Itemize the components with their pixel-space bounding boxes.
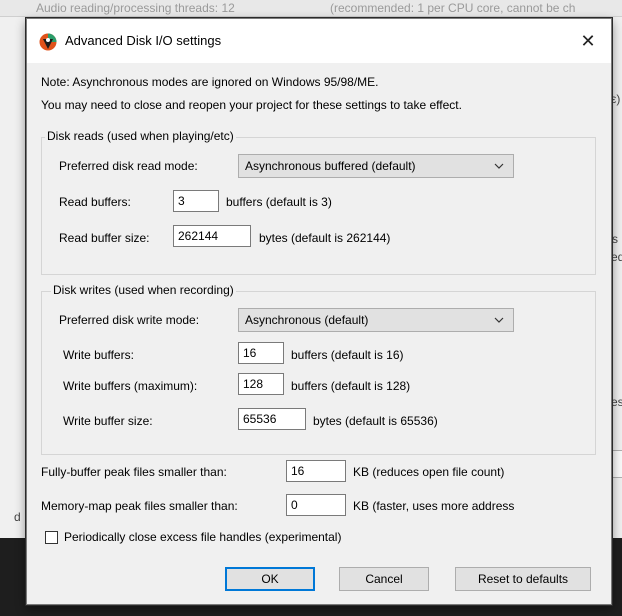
write-buffers-max-label: Write buffers (maximum): <box>63 379 198 393</box>
write-mode-dropdown[interactable]: Asynchronous (default) <box>238 308 514 332</box>
write-buffers-input[interactable]: 16 <box>238 342 284 364</box>
reaper-app-icon <box>39 33 57 51</box>
write-buffers-label: Write buffers: <box>63 348 134 362</box>
note-reopen: You may need to close and reopen your pr… <box>41 98 462 112</box>
read-buffer-size-input[interactable]: 262144 <box>173 225 251 247</box>
write-mode-value: Asynchronous (default) <box>245 313 369 327</box>
write-mode-label: Preferred disk write mode: <box>59 313 200 327</box>
background-text: (recommended: 1 per CPU core, cannot be … <box>330 1 576 15</box>
read-mode-dropdown[interactable]: Asynchronous buffered (default) <box>238 154 514 178</box>
dialog-titlebar[interactable]: Advanced Disk I/O settings ✕ <box>27 19 611 63</box>
background-text: ε) <box>611 92 621 106</box>
background-text: d <box>14 510 21 524</box>
read-buffer-size-hint: bytes (default is 262144) <box>259 231 391 245</box>
read-buffers-label: Read buffers: <box>59 195 131 209</box>
disk-reads-legend: Disk reads (used when playing/etc) <box>45 129 236 143</box>
read-mode-value: Asynchronous buffered (default) <box>245 159 416 173</box>
memory-map-peak-input[interactable]: 0 <box>286 494 346 516</box>
close-handles-label[interactable]: Periodically close excess file handles (… <box>64 530 341 544</box>
write-buffers-max-hint: buffers (default is 128) <box>291 379 411 393</box>
background-text: ed <box>611 250 622 264</box>
fully-buffer-peak-input[interactable]: 16 <box>286 460 346 482</box>
write-buffers-hint: buffers (default is 16) <box>291 348 404 362</box>
chevron-down-icon <box>494 317 504 323</box>
cancel-button[interactable]: Cancel <box>339 567 429 591</box>
advanced-disk-io-dialog: Advanced Disk I/O settings ✕ Note: Async… <box>26 18 612 605</box>
write-buffer-size-label: Write buffer size: <box>63 414 153 428</box>
background-text: s <box>612 232 618 246</box>
background-text: es <box>611 395 622 409</box>
write-buffer-size-hint: bytes (default is 65536) <box>313 414 438 428</box>
write-buffers-max-input[interactable]: 128 <box>238 373 284 395</box>
write-buffer-size-input[interactable]: 65536 <box>238 408 306 430</box>
fully-buffer-peak-hint: KB (reduces open file count) <box>353 465 505 479</box>
memory-map-peak-label: Memory-map peak files smaller than: <box>41 499 238 513</box>
read-mode-label: Preferred disk read mode: <box>59 159 198 173</box>
read-buffers-input[interactable]: 3 <box>173 190 219 212</box>
dialog-title: Advanced Disk I/O settings <box>65 33 222 48</box>
close-button[interactable]: ✕ <box>565 19 611 63</box>
ok-button[interactable]: OK <box>225 567 315 591</box>
disk-writes-legend: Disk writes (used when recording) <box>51 283 236 297</box>
read-buffer-size-label: Read buffer size: <box>59 231 150 245</box>
reset-defaults-button[interactable]: Reset to defaults <box>455 567 591 591</box>
read-buffers-hint: buffers (default is 3) <box>226 195 332 209</box>
close-icon: ✕ <box>580 30 596 51</box>
close-handles-checkbox[interactable] <box>45 531 58 544</box>
note-async: Note: Asynchronous modes are ignored on … <box>41 75 379 89</box>
memory-map-peak-hint: KB (faster, uses more address <box>353 499 515 513</box>
background-text: Audio reading/processing threads: 12 <box>36 1 235 15</box>
fully-buffer-peak-label: Fully-buffer peak files smaller than: <box>41 465 227 479</box>
chevron-down-icon <box>494 163 504 169</box>
